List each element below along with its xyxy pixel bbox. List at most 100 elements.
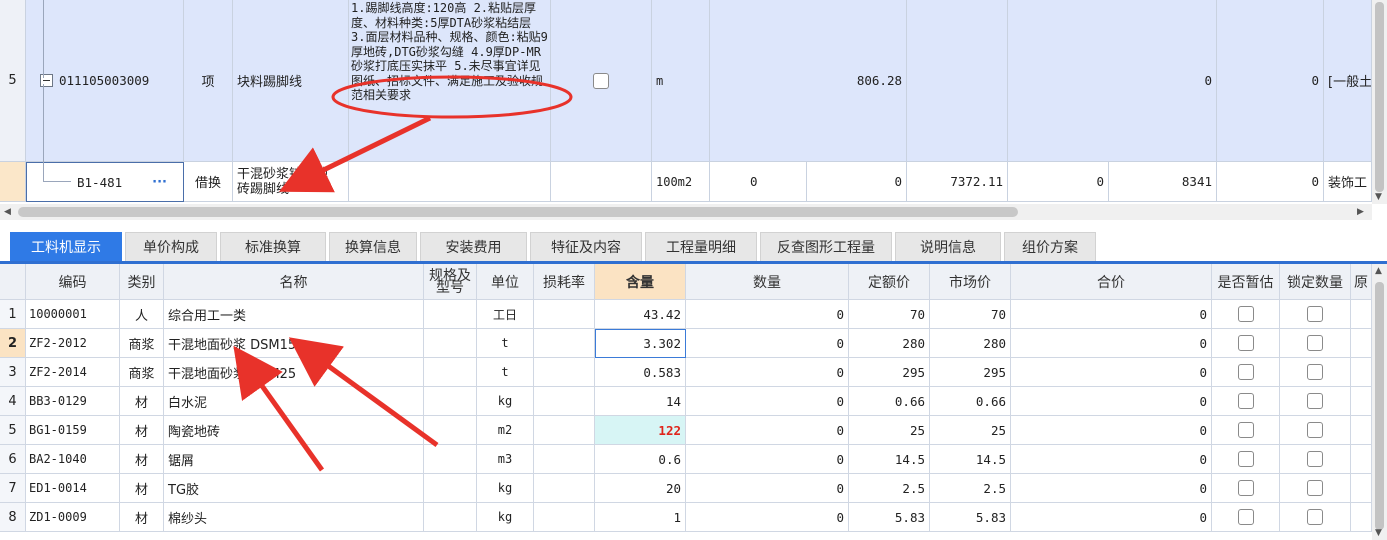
value-cell-6[interactable]: 0 (1217, 162, 1324, 202)
resource-type[interactable]: 商浆 (120, 358, 164, 387)
resource-total[interactable]: 0 (1011, 329, 1212, 358)
specialty-cell[interactable]: [一般土 (1324, 0, 1372, 162)
lock-quantity-checkbox-cell[interactable] (1280, 474, 1351, 503)
resource-name[interactable]: 白水泥 (164, 387, 424, 416)
tab-quantity-details[interactable]: 工程量明细 (645, 232, 757, 261)
value-cell-3[interactable]: 7372.11 (907, 162, 1008, 202)
header-total[interactable]: 合价 (1011, 264, 1212, 300)
collapse-toggle-icon[interactable] (40, 74, 53, 87)
header-type[interactable]: 类别 (120, 264, 164, 300)
resource-spec[interactable] (424, 329, 477, 358)
category-cell[interactable]: 借换 (184, 162, 233, 202)
resource-total[interactable]: 0 (1011, 474, 1212, 503)
resource-market-price[interactable]: 280 (930, 329, 1011, 358)
row-checkbox[interactable] (1307, 364, 1323, 380)
lock-quantity-checkbox-cell[interactable] (1280, 300, 1351, 329)
row-checkbox[interactable] (1307, 306, 1323, 322)
resource-market-price[interactable]: 14.5 (930, 445, 1011, 474)
resource-name[interactable]: 陶瓷地砖 (164, 416, 424, 445)
category-cell[interactable]: 项 (184, 0, 233, 162)
unit-cell[interactable]: 100m2 (652, 162, 710, 202)
resource-quantity[interactable]: 0 (686, 300, 849, 329)
bill-item-row[interactable]: 5 011105003009 项 块料踢脚线 1.踢脚线高度:120高 2.粘贴… (0, 0, 1372, 162)
resource-row[interactable]: 1 10000001 人综合用工一类 工日 43.42 0 70 70 0 (0, 300, 1372, 329)
resource-code[interactable]: 10000001 (26, 300, 120, 329)
resource-fixed-price[interactable]: 2.5 (849, 474, 930, 503)
resource-total[interactable]: 0 (1011, 358, 1212, 387)
scroll-left-icon[interactable]: ◀ (4, 207, 11, 217)
resource-name[interactable]: 棉纱头 (164, 503, 424, 532)
lock-quantity-checkbox-cell[interactable] (1280, 503, 1351, 532)
scroll-thumb[interactable] (1375, 2, 1384, 192)
provisional-checkbox-cell[interactable] (1212, 358, 1280, 387)
resource-market-price[interactable]: 0.66 (930, 387, 1011, 416)
resource-name[interactable]: 综合用工一类 (164, 300, 424, 329)
row-checkbox[interactable] (593, 72, 609, 89)
resource-quantity[interactable]: 0 (686, 416, 849, 445)
resource-fixed-price[interactable]: 70 (849, 300, 930, 329)
tab-reverse-lookup-quantity[interactable]: 反查图形工程量 (760, 232, 892, 261)
scroll-down-icon[interactable]: ▼ (1375, 192, 1382, 202)
resource-spec[interactable] (424, 503, 477, 532)
checkbox-cell[interactable] (551, 162, 652, 202)
lock-quantity-checkbox-cell[interactable] (1280, 387, 1351, 416)
specialty-cell[interactable]: 装饰工 (1324, 162, 1372, 202)
resource-code[interactable]: BG1-0159 (26, 416, 120, 445)
resource-name[interactable]: 干混地面砂浆 DSM25 (164, 358, 424, 387)
resource-loss-rate[interactable] (534, 416, 595, 445)
value-cell-5[interactable]: 8341 (1109, 162, 1217, 202)
row-checkbox[interactable] (1307, 451, 1323, 467)
tab-pricing-scheme[interactable]: 组价方案 (1004, 232, 1096, 261)
resource-row[interactable]: 6 BA2-1040 材锯屑 m3 0.6 0 14.5 14.5 0 (0, 445, 1372, 474)
resource-loss-rate[interactable] (534, 300, 595, 329)
resource-quantity[interactable]: 0 (686, 329, 849, 358)
tab-installation-cost[interactable]: 安装费用 (420, 232, 527, 261)
upper-vertical-scrollbar[interactable]: ▼ (1372, 0, 1387, 204)
provisional-checkbox-cell[interactable] (1212, 474, 1280, 503)
resource-spec[interactable] (424, 300, 477, 329)
resource-quantity[interactable]: 0 (686, 503, 849, 532)
row-checkbox[interactable] (1237, 306, 1254, 322)
resource-content[interactable]: 20 (595, 474, 686, 503)
header-quantity[interactable]: 数量 (686, 264, 849, 300)
resource-spec[interactable] (424, 445, 477, 474)
quantity-cell[interactable]: 806.28 (710, 0, 907, 162)
value-cell-b[interactable]: 0 (1217, 0, 1324, 162)
resource-loss-rate[interactable] (534, 474, 595, 503)
header-name[interactable]: 名称 (164, 264, 424, 300)
resource-total[interactable]: 0 (1011, 300, 1212, 329)
header-market-price[interactable]: 市场价 (930, 264, 1011, 300)
resource-type[interactable]: 商浆 (120, 329, 164, 358)
header-unit[interactable]: 单位 (477, 264, 534, 300)
scroll-thumb[interactable] (1375, 282, 1384, 530)
resource-total[interactable]: 0 (1011, 445, 1212, 474)
value-cell-1[interactable]: 0 (710, 162, 807, 202)
resource-type[interactable]: 材 (120, 387, 164, 416)
resource-content[interactable]: 3.302 (595, 329, 686, 358)
header-spec[interactable]: 规格及型号 (424, 264, 477, 300)
provisional-checkbox-cell[interactable] (1212, 416, 1280, 445)
resource-spec[interactable] (424, 416, 477, 445)
code-cell[interactable]: B1-481 ··· (26, 162, 184, 202)
description-cell[interactable] (349, 162, 551, 202)
provisional-checkbox-cell[interactable] (1212, 387, 1280, 416)
resource-unit[interactable]: 工日 (477, 300, 534, 329)
resource-row[interactable]: 8 ZD1-0009 材棉纱头 kg 1 0 5.83 5.83 0 (0, 503, 1372, 532)
resource-unit[interactable]: kg (477, 503, 534, 532)
provisional-checkbox-cell[interactable] (1212, 503, 1280, 532)
sub-item-row[interactable]: B1-481 ··· 借换 干混砂浆铺贴地砖踢脚线 100m2 0 0 7372… (0, 162, 1372, 202)
value-cell-2[interactable]: 0 (807, 162, 907, 202)
row-checkbox[interactable] (1237, 422, 1254, 438)
resource-quantity[interactable]: 0 (686, 445, 849, 474)
header-lock-quantity[interactable]: 锁定数量 (1280, 264, 1351, 300)
resource-code[interactable]: ED1-0014 (26, 474, 120, 503)
resource-row[interactable]: 7 ED1-0014 材 TG胶 kg 20 0 2.5 2.5 0 (0, 474, 1372, 503)
resource-fixed-price[interactable]: 5.83 (849, 503, 930, 532)
resource-content[interactable]: 122 (595, 416, 686, 445)
header-content[interactable]: 含量 (595, 264, 686, 300)
unit-cell[interactable]: m (652, 0, 710, 162)
resource-total[interactable]: 0 (1011, 416, 1212, 445)
name-cell[interactable]: 块料踢脚线 (233, 0, 349, 162)
scroll-thumb[interactable] (18, 207, 1018, 217)
resource-loss-rate[interactable] (534, 445, 595, 474)
